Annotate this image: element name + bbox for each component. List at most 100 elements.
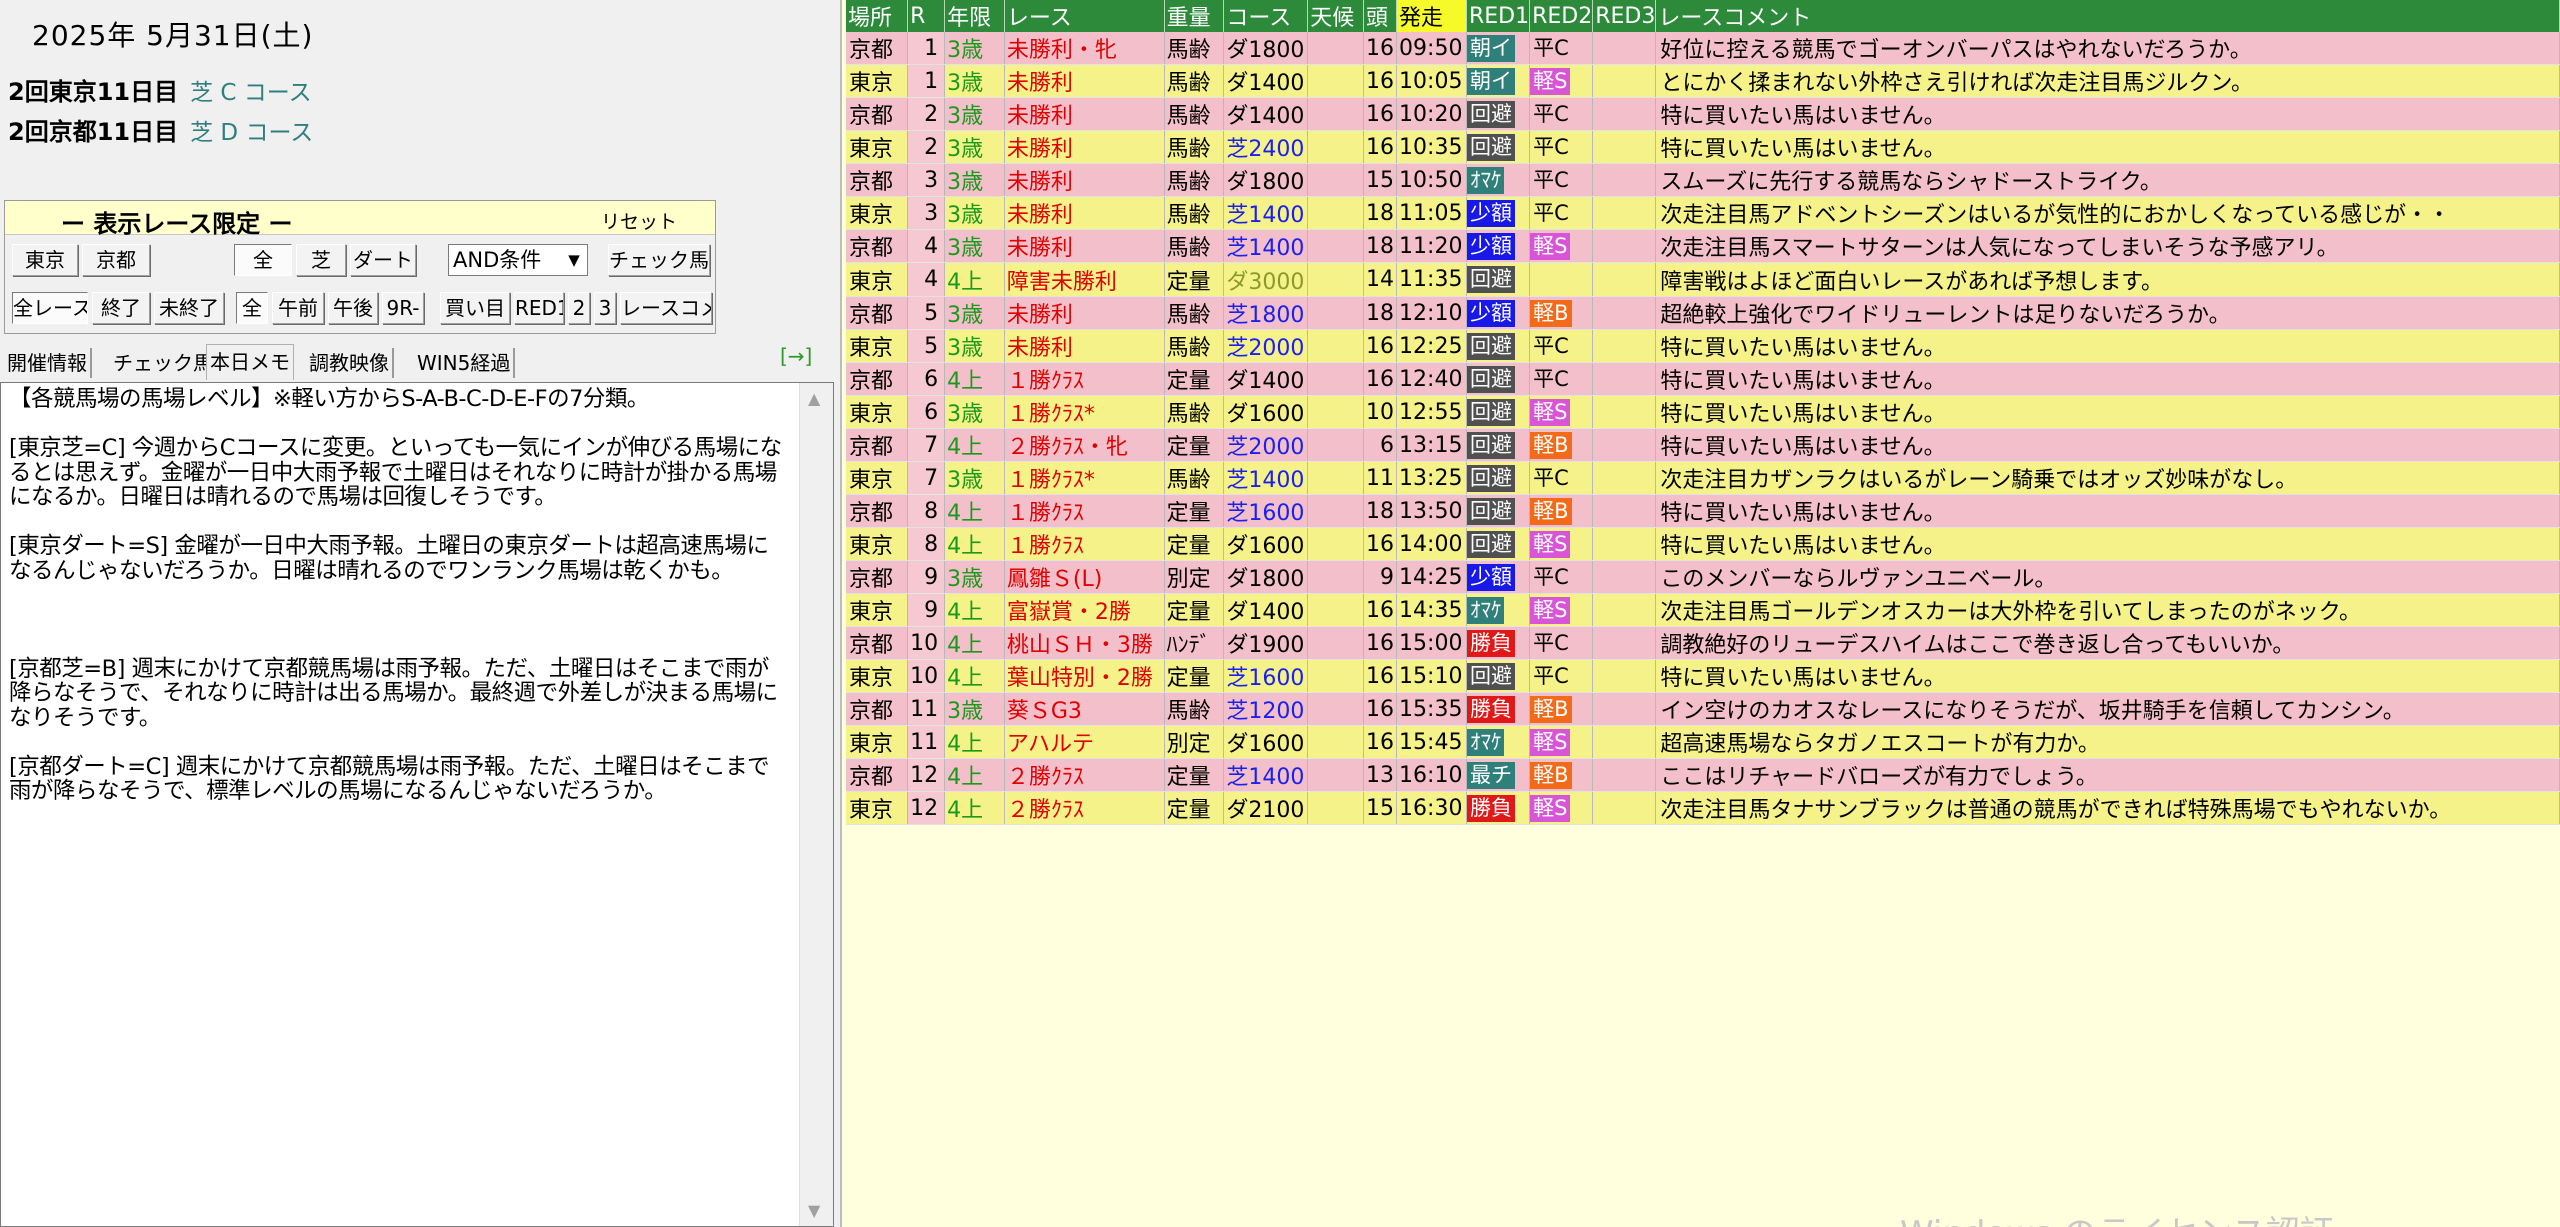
- scroll-up-icon[interactable]: ▲: [808, 389, 820, 408]
- cell-race-name: １勝ｸﾗｽ*: [1004, 395, 1165, 429]
- table-row[interactable]: 東京 9 4上 富嶽賞・2勝 定量 ダ1400 16 14:35 ｵﾏｹ 軽S 次走注目馬ゴールデン…: [846, 593, 2560, 627]
- cell-race-name: 富嶽賞・2勝: [1004, 593, 1165, 627]
- cell-race-name: １勝ｸﾗｽ*: [1004, 461, 1165, 495]
- windows-activation-watermark: Windows のライセンス認証: [1900, 1206, 2334, 1227]
- filter-unfinished[interactable]: 未終了: [154, 292, 224, 324]
- left-panel: 2025年 5月31日(土) 2回東京11日目芝 C コース 2回京都11日目芝…: [0, 0, 836, 1227]
- cell-red2: 軽S: [1529, 229, 1594, 263]
- red1-button[interactable]: RED1: [514, 292, 564, 324]
- cell-course: ダ1800: [1223, 32, 1309, 65]
- table-row[interactable]: 京都 10 4上 桃山ＳＨ・3勝 ﾊﾝﾃﾞ ダ1900 16 15:00 勝負 平C 調教絶好のリュ…: [846, 626, 2560, 660]
- red1-badge: 回避: [1466, 365, 1515, 393]
- red3-button[interactable]: 3: [594, 292, 616, 324]
- cell-start-time: 14:25: [1396, 560, 1467, 594]
- cell-race-name: 未勝利・牝: [1004, 32, 1165, 65]
- col-red1[interactable]: RED1: [1466, 0, 1531, 32]
- table-row[interactable]: 東京 8 4上 １勝ｸﾗｽ 定量 ダ1600 16 14:00 回避 軽S 特に買いたい馬はいません…: [846, 527, 2560, 561]
- meeting-course[interactable]: 芝 D コース: [190, 120, 313, 146]
- col-weight[interactable]: 重量: [1164, 0, 1225, 32]
- cell-weather: [1307, 262, 1365, 297]
- table-row[interactable]: 京都 9 3歳 鳳雛Ｓ(L) 別定 ダ1800 9 14:25 少額 平C このメンバーならルヴァン…: [846, 560, 2560, 594]
- cell-comment: 次走注目馬スマートサターンは人気になってしまいそうな予感アリ。: [1655, 229, 2560, 263]
- tab-today-memo[interactable]: 本日メモ: [206, 344, 294, 380]
- cell-age: 4上: [944, 626, 1005, 660]
- cell-weather: [1307, 494, 1365, 528]
- table-row[interactable]: 京都 1 3歳 未勝利・牝 馬齢 ダ1800 16 09:50 朝イ 平C 好位に控える競馬でゴーオ…: [846, 32, 2560, 65]
- table-row[interactable]: 京都 4 3歳 未勝利 馬齢 芝1400 18 11:20 少額 軽S 次走注目馬スマートサターンは…: [846, 229, 2560, 263]
- filter-afternoon[interactable]: 午後: [328, 292, 378, 324]
- red1-badge: 少額: [1466, 232, 1515, 260]
- col-red3[interactable]: RED3: [1592, 0, 1657, 32]
- tab-win5-progress[interactable]: WIN5経過: [414, 348, 516, 378]
- col-race[interactable]: レース: [1004, 0, 1165, 32]
- filter-place-kyoto[interactable]: 京都: [82, 244, 150, 276]
- table-row[interactable]: 京都 2 3歳 未勝利 馬齢 ダ1400 16 10:20 回避 平C 特に買いたい馬はいません。: [846, 97, 2560, 131]
- cell-heads: 16: [1363, 626, 1398, 660]
- filter-time-all[interactable]: 全: [236, 292, 268, 324]
- tab-event-info[interactable]: 開催情報: [4, 348, 92, 378]
- table-row[interactable]: 東京 7 3歳 １勝ｸﾗｽ* 馬齢 芝1400 11 13:25 回避 平C 次走注目カザンラクはい…: [846, 461, 2560, 495]
- col-heads[interactable]: 頭: [1363, 0, 1398, 32]
- cell-heads: 16: [1363, 527, 1398, 561]
- table-row[interactable]: 京都 7 4上 ２勝ｸﾗｽ・牝 定量 芝2000 6 13:15 回避 軽B 特に買いたい馬はいませ…: [846, 428, 2560, 462]
- table-row[interactable]: 京都 6 4上 １勝ｸﾗｽ 定量 ダ1400 16 12:40 回避 平C 特に買いたい馬はいません…: [846, 362, 2560, 396]
- chevron-down-icon[interactable]: ▼: [561, 245, 587, 275]
- table-row[interactable]: 東京 5 3歳 未勝利 馬齢 芝2000 16 12:25 回避 平C 特に買いたい馬はいません。: [846, 329, 2560, 363]
- tab-check-horse[interactable]: チェック馬: [110, 348, 218, 378]
- filter-surface-all[interactable]: 全: [234, 244, 292, 276]
- filter-9r-plus[interactable]: 9R-: [382, 292, 424, 324]
- col-race-comment[interactable]: レースコメント: [1655, 0, 2560, 32]
- cell-weight: 馬齢: [1164, 196, 1225, 230]
- cell-comment: 次走注目馬アドベントシーズンはいるが気性的におかしくなっている感じが・・: [1655, 196, 2560, 230]
- reset-button[interactable]: リセット: [601, 207, 677, 234]
- meeting-course[interactable]: 芝 C コース: [190, 80, 312, 106]
- table-row[interactable]: 東京 1 3歳 未勝利 馬齢 ダ1400 16 10:05 朝イ 軽S とにかく揉まれない外枠さえ引…: [846, 64, 2560, 98]
- filter-morning[interactable]: 午前: [272, 292, 324, 324]
- cell-red3: [1592, 32, 1657, 65]
- memo-scrollbar[interactable]: ▲ ▼: [799, 383, 833, 1226]
- table-row[interactable]: 東京 10 4上 葉山特別・2勝 定量 芝1600 16 15:10 回避 平C 特に買いたい馬はい…: [846, 659, 2560, 693]
- col-red2[interactable]: RED2: [1529, 0, 1594, 32]
- cell-race-number: 9: [907, 560, 946, 594]
- table-row[interactable]: 京都 12 4上 ２勝ｸﾗｽ 定量 芝1400 13 16:10 最チ 軽B ここはリチャードバロー…: [846, 758, 2560, 792]
- filter-place-tokyo[interactable]: 東京: [12, 244, 78, 276]
- cell-start-time: 11:20: [1396, 229, 1467, 263]
- red2-button[interactable]: 2: [568, 292, 590, 324]
- scroll-down-icon[interactable]: ▼: [808, 1201, 820, 1220]
- table-row[interactable]: 東京 6 3歳 １勝ｸﾗｽ* 馬齢 ダ1600 10 12:55 回避 軽S 特に買いたい馬はいませ…: [846, 395, 2560, 429]
- memo-textarea[interactable]: 【各競馬場の馬場レベル】※軽い方からS-A-B-C-D-E-Fの7分類。 [東京…: [0, 382, 834, 1227]
- table-row[interactable]: 京都 5 3歳 未勝利 馬齢 芝1800 18 12:10 少額 軽B 超絶較上強化でワイドリューレ…: [846, 296, 2560, 330]
- tab-training-video[interactable]: 調教映像: [306, 348, 394, 378]
- filter-surface-turf[interactable]: 芝: [296, 244, 346, 276]
- cell-weather: [1307, 527, 1365, 561]
- cell-race-number: 6: [907, 362, 946, 396]
- col-place[interactable]: 場所: [846, 0, 909, 32]
- expand-arrow-button[interactable]: [→]: [780, 344, 812, 368]
- col-weather[interactable]: 天候: [1307, 0, 1365, 32]
- cell-place: 東京: [846, 593, 909, 627]
- table-row[interactable]: 東京 4 4上 障害未勝利 定量 ダ3000 14 11:35 回避 障害戦はよほど面白いレースが…: [846, 262, 2560, 297]
- cell-weather: [1307, 593, 1365, 627]
- cell-race-name: 未勝利: [1004, 196, 1165, 230]
- bets-button[interactable]: 買い目: [440, 292, 510, 324]
- col-race-number[interactable]: R: [907, 0, 946, 32]
- col-course[interactable]: コース: [1223, 0, 1309, 32]
- table-row[interactable]: 京都 3 3歳 未勝利 馬齢 ダ1800 15 10:50 ｵﾏｹ 平C スムーズに先行する競馬なら…: [846, 163, 2560, 197]
- table-row[interactable]: 東京 12 4上 ２勝ｸﾗｽ 定量 ダ2100 15 16:30 勝負 軽S 次走注目馬タナサンブラ…: [846, 791, 2560, 825]
- table-row[interactable]: 東京 2 3歳 未勝利 馬齢 芝2400 16 10:35 回避 平C 特に買いたい馬はいません。: [846, 130, 2560, 164]
- col-start-time[interactable]: 発走: [1396, 0, 1467, 32]
- col-age[interactable]: 年限: [944, 0, 1005, 32]
- filter-surface-dirt[interactable]: ダート: [350, 244, 416, 276]
- condition-select[interactable]: AND条件 ▼: [448, 244, 588, 276]
- filter-all-races[interactable]: 全レース: [12, 292, 88, 324]
- table-row[interactable]: 京都 11 3歳 葵ＳG3 馬齢 芝1200 16 15:35 勝負 軽B イン空けのカオスなレース…: [846, 692, 2560, 726]
- table-row[interactable]: 東京 3 3歳 未勝利 馬齢 芝1400 18 11:05 少額 平C 次走注目馬アドベントシーズン…: [846, 196, 2560, 230]
- cell-red1: 回避: [1466, 527, 1531, 561]
- table-row[interactable]: 東京 11 4上 アハルテ 別定 ダ1600 16 15:45 ｵﾏｹ 軽S 超高速馬場ならタガノエ…: [846, 725, 2560, 759]
- filter-finished[interactable]: 終了: [92, 292, 150, 324]
- check-horse-button[interactable]: チェック馬: [608, 244, 710, 276]
- race-comment-button[interactable]: レースコメ: [620, 292, 712, 324]
- table-row[interactable]: 京都 8 4上 １勝ｸﾗｽ 定量 芝1600 18 13:50 回避 軽B 特に買いたい馬はいません…: [846, 494, 2560, 528]
- cell-comment: イン空けのカオスなレースになりそうだが、坂井騎手を信頼してカンシン。: [1655, 692, 2560, 726]
- cell-course: ダ1400: [1223, 362, 1309, 396]
